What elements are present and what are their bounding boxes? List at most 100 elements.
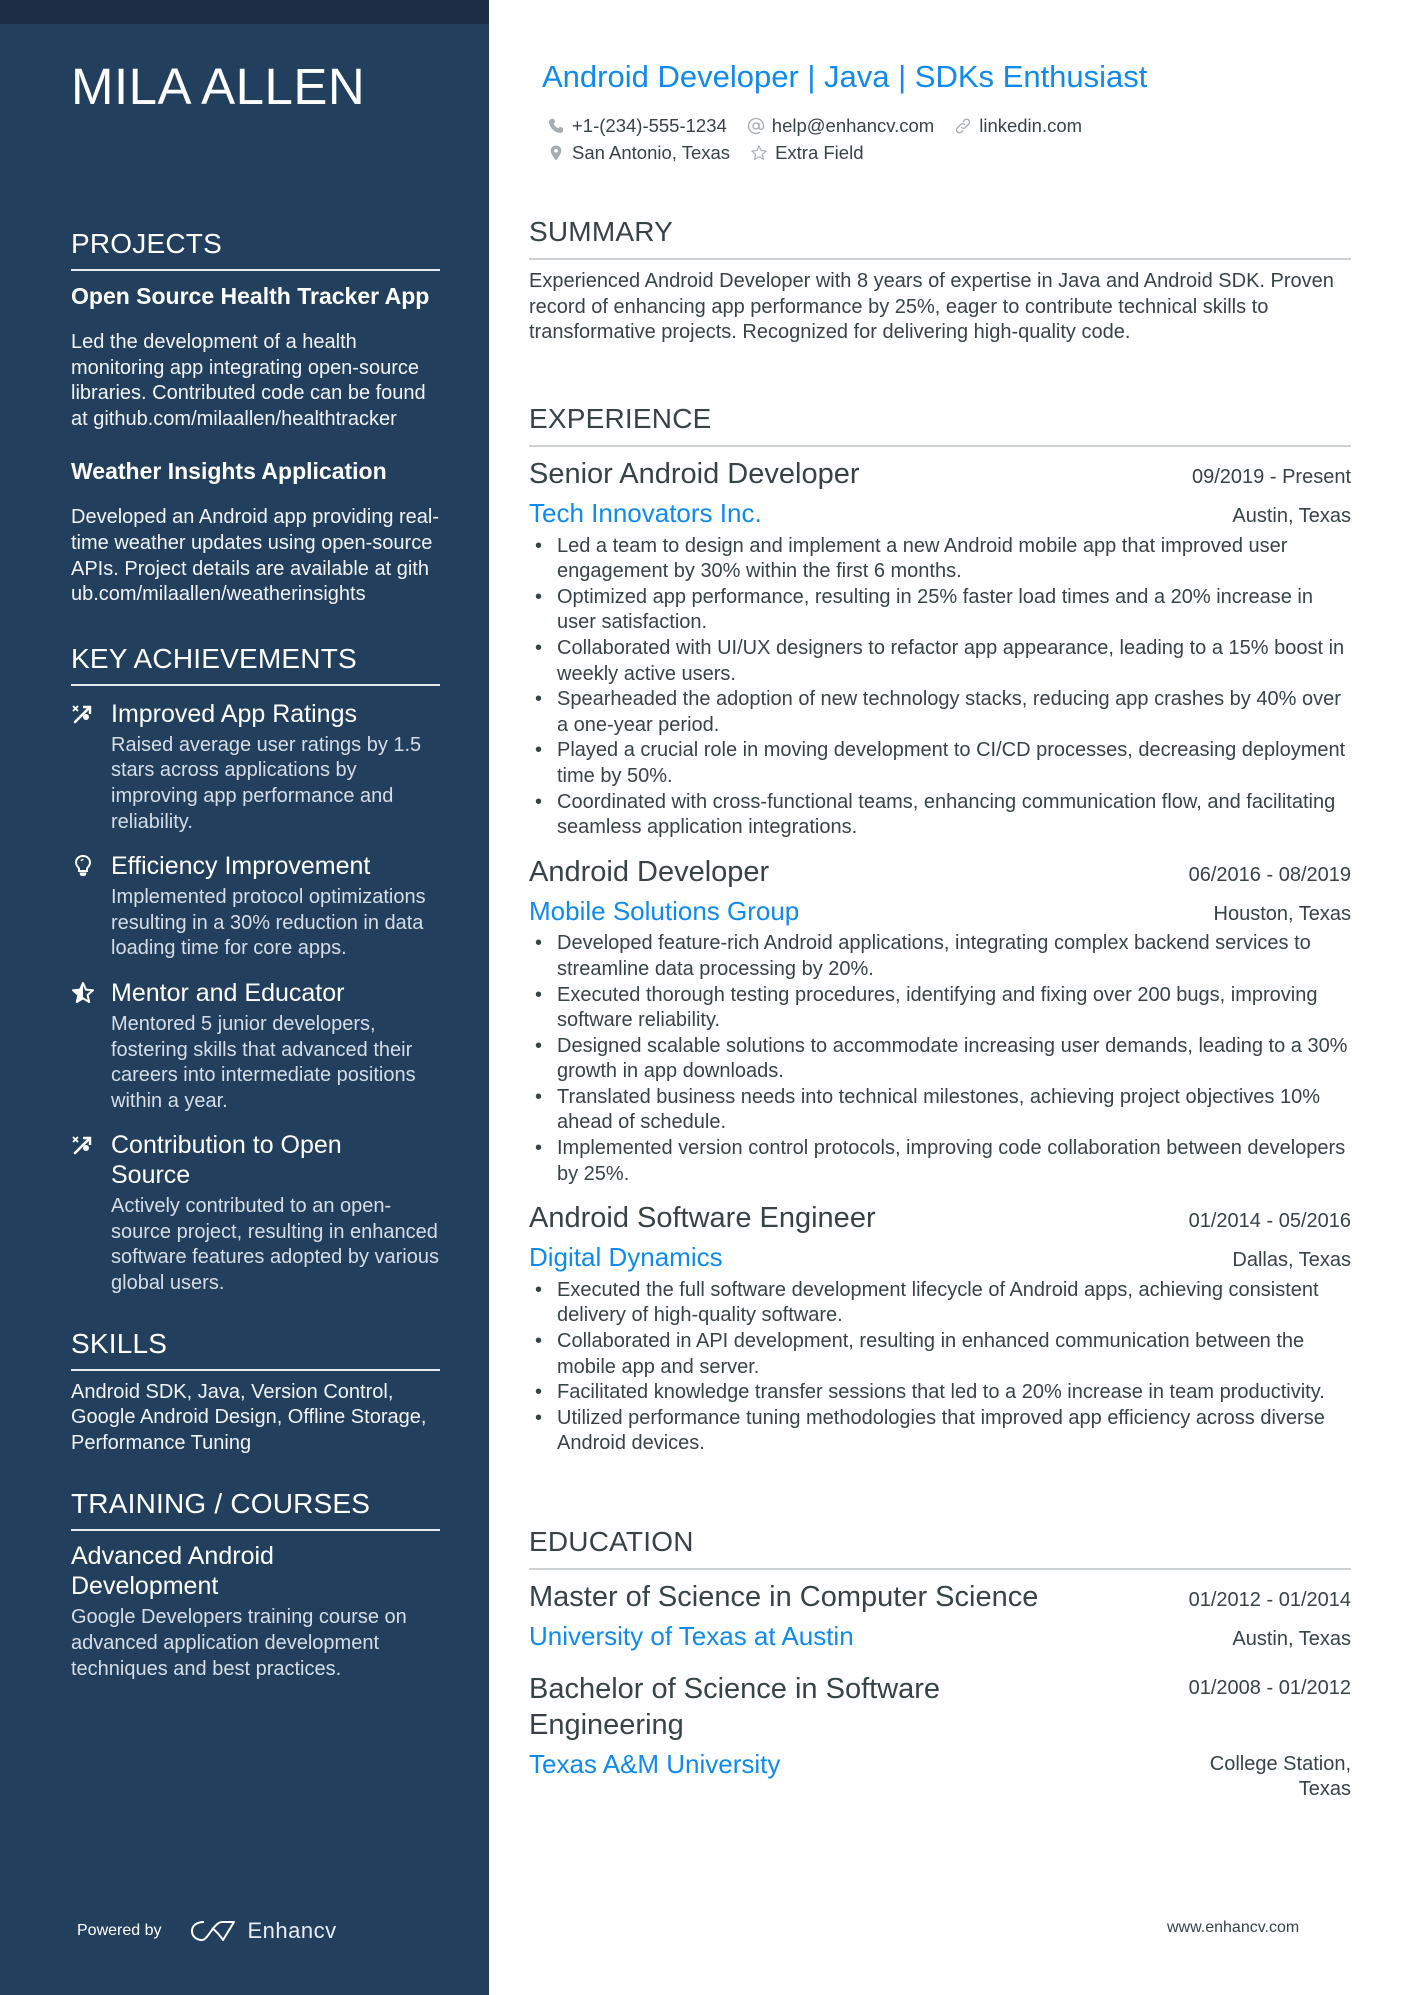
achievement-item: Efficiency Improvement Implemented proto… [71, 851, 440, 962]
contact-linkedin[interactable]: linkedin.com [954, 115, 1082, 137]
achievement-description: Implemented protocol optimizations resul… [111, 886, 426, 960]
job-title: Android Software Engineer [529, 1202, 876, 1235]
email-text: help@enhancv.com [771, 114, 935, 136]
job-bullet: Facilitated knowledge transfer sessions … [529, 1380, 1351, 1406]
education-dates: 01/2012 - 01/2014 [1188, 1589, 1351, 1611]
degree: Master of Science in Computer Science [529, 1581, 1039, 1613]
project-title: Open Source Health Tracker App [71, 283, 430, 309]
school-name: Texas A&M University [529, 1748, 781, 1779]
contact-phone[interactable]: +1-(234)-555-1234 [547, 115, 727, 137]
sidebar: MILA ALLEN PROJECTS Open Source Health T… [0, 0, 489, 1995]
job-bullet: Coordinated with cross-functional teams,… [529, 790, 1351, 841]
summary-text: Experienced Android Developer with 8 yea… [529, 270, 1334, 344]
growth-arrow-icon [71, 1130, 111, 1296]
job-dates: 09/2019 - Present [1192, 466, 1351, 488]
job-bullets: Developed feature-rich Android applicati… [529, 931, 1351, 1187]
skills-list: Android SDK, Java, Version Control, Goog… [71, 1380, 427, 1454]
powered-by-label: Powered by [77, 1922, 162, 1939]
job-bullet: Utilized performance tuning methodologie… [529, 1406, 1351, 1457]
education-dates: 01/2008 - 01/2012 [1188, 1676, 1351, 1699]
experience-section: EXPERIENCE Senior Android Developer 09/2… [529, 402, 1351, 1457]
education-section: EDUCATION Master of Science in Computer … [529, 1525, 1351, 1803]
footer-url[interactable]: www.enhancv.com [1167, 1919, 1299, 1937]
at-sign-icon [747, 117, 764, 134]
achievement-description: Actively contributed to an open-source p… [111, 1195, 439, 1295]
job-bullets: Led a team to design and implement a new… [529, 534, 1351, 841]
contact-info: +1-(234)-555-1234 help@enhancv.com linke… [547, 112, 1347, 166]
company-name: Digital Dynamics [529, 1242, 723, 1273]
job-bullet: Led a team to design and implement a new… [529, 534, 1351, 585]
project-description: Developed an Android app providing real-… [71, 506, 440, 606]
achievement-item: Contribution to Open Source Actively con… [71, 1130, 440, 1296]
section-title-achievements: KEY ACHIEVEMENTS [71, 642, 440, 686]
school-name: University of Texas at Austin [529, 1621, 854, 1651]
section-title-experience: EXPERIENCE [529, 402, 1351, 447]
degree: Bachelor of Science in Software Engineer… [529, 1672, 941, 1741]
achievement-title: Mentor and Educator [111, 978, 345, 1007]
lightbulb-icon [71, 851, 111, 962]
job-entry: Android Developer 06/2016 - 08/2019 Mobi… [529, 854, 1351, 1188]
projects-section: PROJECTS Open Source Health Tracker App … [71, 227, 440, 608]
company-name: Mobile Solutions Group [529, 895, 800, 926]
achievement-item: Improved App Ratings Raised average user… [71, 699, 440, 835]
enhancv-logo[interactable]: Enhancv [190, 1918, 337, 1944]
growth-arrow-icon [71, 699, 111, 835]
education-entry: Master of Science in Computer Science 01… [529, 1579, 1351, 1653]
job-bullet: Designed scalable solutions to accommoda… [529, 1034, 1351, 1085]
star-icon [751, 144, 767, 160]
enhancv-logo-icon [190, 1921, 235, 1941]
job-bullets: Executed the full software development l… [529, 1278, 1351, 1457]
company-name: Tech Innovators Inc. [529, 498, 762, 528]
enhancv-brand: Enhancv [247, 1918, 337, 1943]
project-title: Weather Insights Application [71, 458, 387, 485]
job-location: Austin, Texas [1232, 505, 1351, 527]
linkedin-text: linkedin.com [979, 114, 1083, 136]
candidate-name: MILA ALLEN [71, 58, 366, 115]
job-entry: Senior Android Developer 09/2019 - Prese… [529, 456, 1351, 841]
achievement-title: Improved App Ratings [111, 699, 357, 728]
project-item: Weather Insights Application Developed a… [71, 456, 440, 607]
project-description: Led the development of a health monitori… [71, 331, 426, 430]
education-location: Austin, Texas [1232, 1628, 1351, 1650]
skills-section: SKILLS Android SDK, Java, Version Contro… [71, 1327, 440, 1457]
contact-location: San Antonio, Texas [547, 142, 730, 164]
section-title-skills: SKILLS [71, 1327, 440, 1371]
sidebar-top-band [0, 0, 489, 24]
extra-field-text: Extra Field [775, 141, 864, 163]
job-bullet: Optimized app performance, resulting in … [529, 585, 1351, 636]
headline: Android Developer | Java | SDKs Enthusia… [542, 59, 1148, 94]
course-item: Advanced Android Development Google Deve… [71, 1541, 440, 1682]
contact-email[interactable]: help@enhancv.com [747, 115, 934, 137]
job-dates: 06/2016 - 08/2019 [1188, 863, 1351, 886]
job-dates: 01/2014 - 05/2016 [1188, 1210, 1351, 1233]
phone-text: +1-(234)-555-1234 [572, 114, 727, 136]
job-bullet: Collaborated in API development, resulti… [529, 1329, 1351, 1380]
phone-icon [549, 118, 564, 133]
course-description: Google Developers training course on adv… [71, 1606, 407, 1680]
job-location: Houston, Texas [1213, 902, 1352, 925]
location-text: San Antonio, Texas [572, 141, 731, 163]
education-location: College Station, Texas [1209, 1752, 1351, 1801]
achievement-title: Efficiency Improvement [111, 852, 371, 881]
job-title: Android Developer [529, 855, 770, 888]
job-bullet: Executed the full software development l… [529, 1278, 1351, 1329]
job-bullet: Translated business needs into technical… [529, 1085, 1351, 1136]
summary-section: SUMMARY Experienced Android Developer wi… [529, 215, 1351, 346]
job-title: Senior Android Developer [529, 458, 860, 490]
achievement-description: Raised average user ratings by 1.5 stars… [111, 733, 422, 833]
achievement-item: Mentor and Educator Mentored 5 junior de… [71, 978, 440, 1114]
star-half-icon [71, 978, 111, 1114]
job-bullet: Implemented version control protocols, i… [529, 1136, 1351, 1187]
powered-by: Powered by Enhancv [77, 1918, 337, 1944]
achievement-title: Contribution to Open Source [111, 1131, 342, 1190]
job-location: Dallas, Texas [1232, 1249, 1351, 1272]
job-bullet: Executed thorough testing procedures, id… [529, 983, 1351, 1034]
course-title: Advanced Android Development [71, 1542, 274, 1601]
job-entry: Android Software Engineer 01/2014 - 05/2… [529, 1200, 1351, 1457]
project-item: Open Source Health Tracker App Led the d… [71, 281, 440, 432]
job-bullet: Played a crucial role in moving developm… [529, 738, 1351, 789]
section-title-summary: SUMMARY [529, 215, 1351, 260]
section-title-training: TRAINING / COURSES [71, 1487, 440, 1532]
job-bullet: Spearheaded the adoption of new technolo… [529, 687, 1351, 738]
contact-extra: Extra Field [750, 142, 863, 164]
